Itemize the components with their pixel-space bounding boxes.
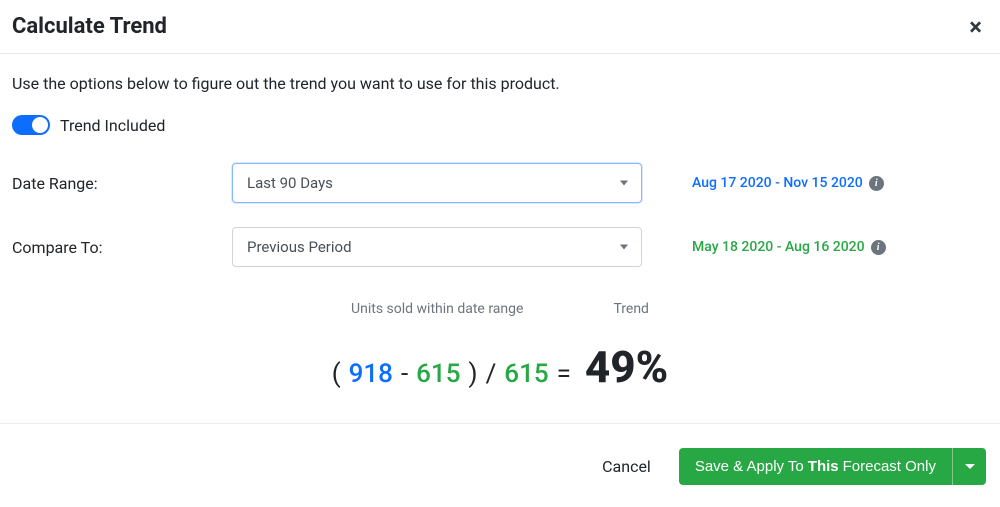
previous-units-value: 615 [416,359,460,389]
date-range-value: Last 90 Days [247,174,333,192]
chevron-down-icon [620,245,628,250]
equals-sign: = [557,359,571,389]
save-button-group: Save & Apply To This Forecast Only [679,448,986,485]
compare-range-dates: May 18 2020 - Aug 16 2020 [692,239,865,255]
trend-label: Trend [613,301,649,317]
modal-body: Use the options below to figure out the … [0,54,1000,423]
modal-title: Calculate Trend [12,14,167,39]
trend-included-toggle[interactable] [12,115,50,135]
save-suffix: Forecast Only [843,458,936,475]
date-range-select-wrap: Last 90 Days [232,163,642,203]
trend-percent: 49% [585,341,668,393]
paren-close: ) [469,359,478,389]
divisor-value: 615 [504,359,548,389]
compare-to-row: Compare To: Previous Period May 18 2020 … [12,227,988,267]
calculation-area: Units sold within date range Trend ( 918… [12,301,988,393]
modal-footer: Cancel Save & Apply To This Forecast Onl… [0,423,1000,493]
current-units-value: 918 [349,359,393,389]
date-range-row: Date Range: Last 90 Days Aug 17 2020 - N… [12,163,988,203]
calc-column-labels: Units sold within date range Trend [12,301,988,317]
save-dropdown-button[interactable] [952,448,986,485]
trend-included-row: Trend Included [12,115,988,135]
date-range-dates: Aug 17 2020 - Nov 15 2020 [692,175,863,191]
info-icon[interactable]: i [869,176,884,191]
date-range-select[interactable]: Last 90 Days [232,163,642,203]
save-prefix: Save & Apply To [695,458,804,475]
compare-to-value: Previous Period [247,238,352,256]
chevron-down-icon [965,464,975,469]
info-icon[interactable]: i [871,240,886,255]
date-range-display: Aug 17 2020 - Nov 15 2020 i [692,175,884,191]
description-text: Use the options below to figure out the … [12,74,988,93]
compare-range-display: May 18 2020 - Aug 16 2020 i [692,239,886,255]
save-apply-button[interactable]: Save & Apply To This Forecast Only [679,448,952,485]
units-label: Units sold within date range [351,301,523,317]
modal-header: Calculate Trend × [0,0,1000,54]
trend-included-label: Trend Included [60,116,165,135]
compare-to-select-wrap: Previous Period [232,227,642,267]
cancel-button[interactable]: Cancel [602,457,651,476]
minus-sign: - [401,359,408,389]
save-bold: This [808,458,839,475]
close-icon[interactable]: × [963,15,988,39]
date-range-label: Date Range: [12,174,232,193]
compare-to-label: Compare To: [12,238,232,257]
divide-sign: / [486,359,497,389]
calc-formula: ( 918 - 615 ) / 615 = 49% [12,341,988,393]
compare-to-select[interactable]: Previous Period [232,227,642,267]
paren-open: ( [332,359,341,389]
chevron-down-icon [620,181,628,186]
